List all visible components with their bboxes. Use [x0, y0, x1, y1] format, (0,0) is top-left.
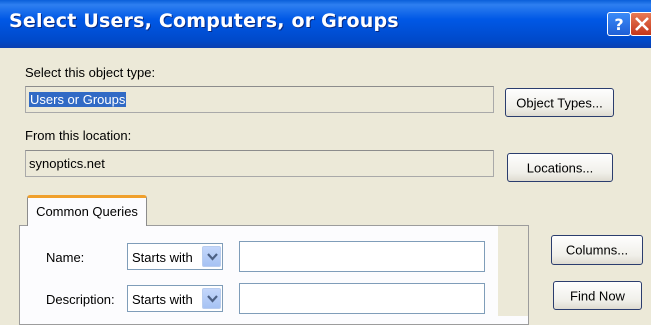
find-now-button-label: Find Now	[570, 288, 625, 303]
location-value: synoptics.net	[29, 156, 105, 171]
locations-button-label: Locations...	[526, 160, 594, 175]
description-operator-select[interactable]: Starts with	[127, 285, 223, 312]
columns-button-label: Columns...	[565, 242, 629, 258]
svg-text:?: ?	[614, 15, 623, 34]
find-now-button[interactable]: Find Now	[553, 281, 642, 310]
locations-button[interactable]: Locations...	[507, 153, 613, 182]
object-types-button[interactable]: Object Types...	[505, 88, 614, 117]
name-operator-value: Starts with	[132, 250, 193, 265]
object-type-label: Select this object type:	[25, 65, 156, 80]
description-input[interactable]	[239, 283, 485, 314]
panel-scroll-strip[interactable]	[498, 226, 528, 316]
tab-common-queries-label: Common Queries	[36, 204, 138, 219]
description-operator-dropdown-button[interactable]	[202, 288, 221, 309]
help-button[interactable]: ?	[607, 12, 631, 36]
close-icon	[635, 17, 649, 31]
columns-button[interactable]: Columns...	[551, 235, 643, 265]
object-type-value: Users or Groups	[29, 92, 127, 107]
name-label: Name:	[46, 250, 85, 265]
title-bar[interactable]: Select Users, Computers, or Groups ?	[0, 0, 651, 48]
name-operator-dropdown-button[interactable]	[202, 246, 221, 267]
name-input[interactable]	[239, 241, 485, 272]
description-operator-value: Starts with	[132, 292, 193, 307]
chevron-down-icon	[207, 253, 218, 261]
tab-common-queries[interactable]: Common Queries	[27, 195, 147, 226]
location-label: From this location:	[25, 128, 132, 143]
help-icon: ?	[614, 15, 623, 34]
select-users-dialog: Select Users, Computers, or Groups ? Sel…	[0, 0, 651, 325]
name-operator-select[interactable]: Starts with	[127, 243, 223, 270]
dialog-title: Select Users, Computers, or Groups	[9, 10, 399, 32]
object-types-button-label: Object Types...	[516, 95, 603, 110]
close-button[interactable]	[630, 12, 651, 36]
chevron-down-icon	[207, 295, 218, 303]
description-label: Description:	[46, 292, 115, 307]
object-type-field[interactable]: Users or Groups	[25, 86, 494, 113]
location-field[interactable]: synoptics.net	[25, 150, 494, 177]
